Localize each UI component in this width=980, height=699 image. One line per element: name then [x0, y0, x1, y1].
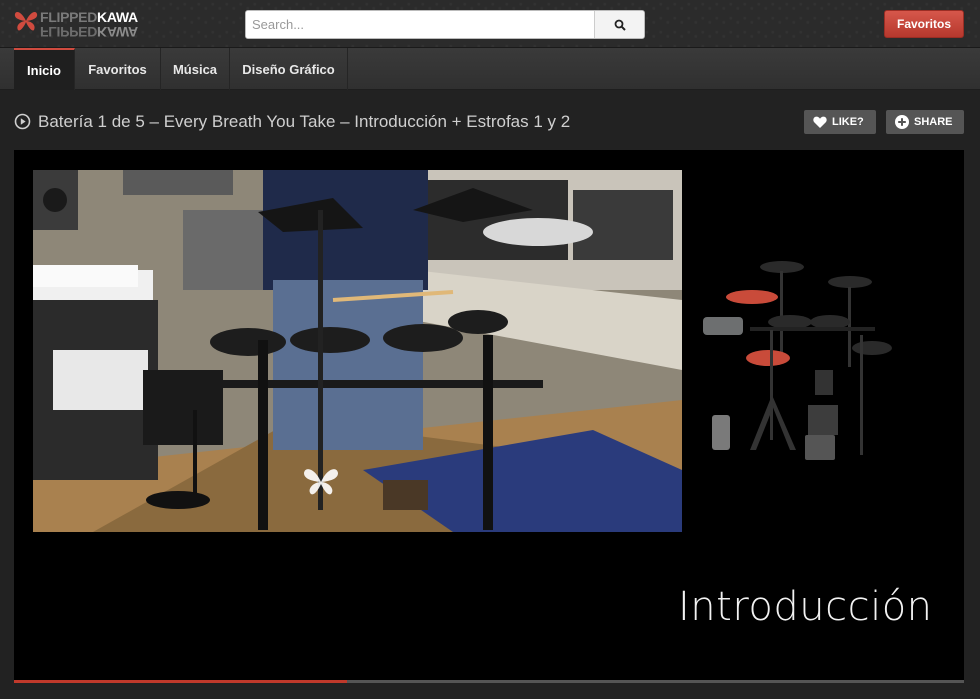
share-button[interactable]: SHARE — [886, 110, 964, 134]
drummer-scene — [33, 170, 682, 532]
search-icon — [614, 19, 626, 31]
video-progress-bar[interactable] — [14, 680, 964, 683]
logo-text: FLIPPEDKAWA — [40, 9, 138, 25]
favoritos-button[interactable]: Favoritos — [884, 10, 964, 38]
tab-musica[interactable]: Música — [161, 48, 230, 90]
video-player[interactable]: Introducción — [14, 150, 964, 682]
like-label: LIKE? — [832, 116, 864, 128]
video-title-bar: Batería 1 de 5 – Every Breath You Take –… — [14, 110, 964, 136]
butterfly-icon — [14, 12, 38, 31]
tab-diseno-grafico[interactable]: Diseño Gráfico — [230, 48, 348, 90]
tab-favoritos[interactable]: Favoritos — [75, 48, 161, 90]
plus-circle-icon — [895, 115, 909, 129]
share-label: SHARE — [914, 116, 953, 128]
tab-inicio[interactable]: Inicio — [14, 48, 75, 90]
logo-reflection: FLIPPEDKAWA — [40, 24, 138, 40]
play-circle-icon — [14, 113, 31, 130]
site-logo[interactable]: FLIPPEDKAWA FLIPPEDKAWA — [14, 9, 149, 40]
video-progress-fill — [14, 680, 347, 683]
like-button[interactable]: LIKE? — [804, 110, 876, 134]
search-box — [245, 10, 645, 39]
video-frame-drummer — [33, 170, 682, 532]
heart-icon — [813, 116, 827, 128]
video-title: Batería 1 de 5 – Every Breath You Take –… — [38, 112, 571, 131]
search-input[interactable] — [246, 11, 594, 38]
slide-caption: Introducción — [678, 584, 933, 630]
search-button[interactable] — [594, 11, 644, 38]
main-nav: Inicio Favoritos Música Diseño Gráfico — [0, 48, 980, 90]
top-header: FLIPPEDKAWA FLIPPEDKAWA Favoritos — [0, 0, 980, 48]
drum-kit-illustration — [703, 261, 892, 460]
